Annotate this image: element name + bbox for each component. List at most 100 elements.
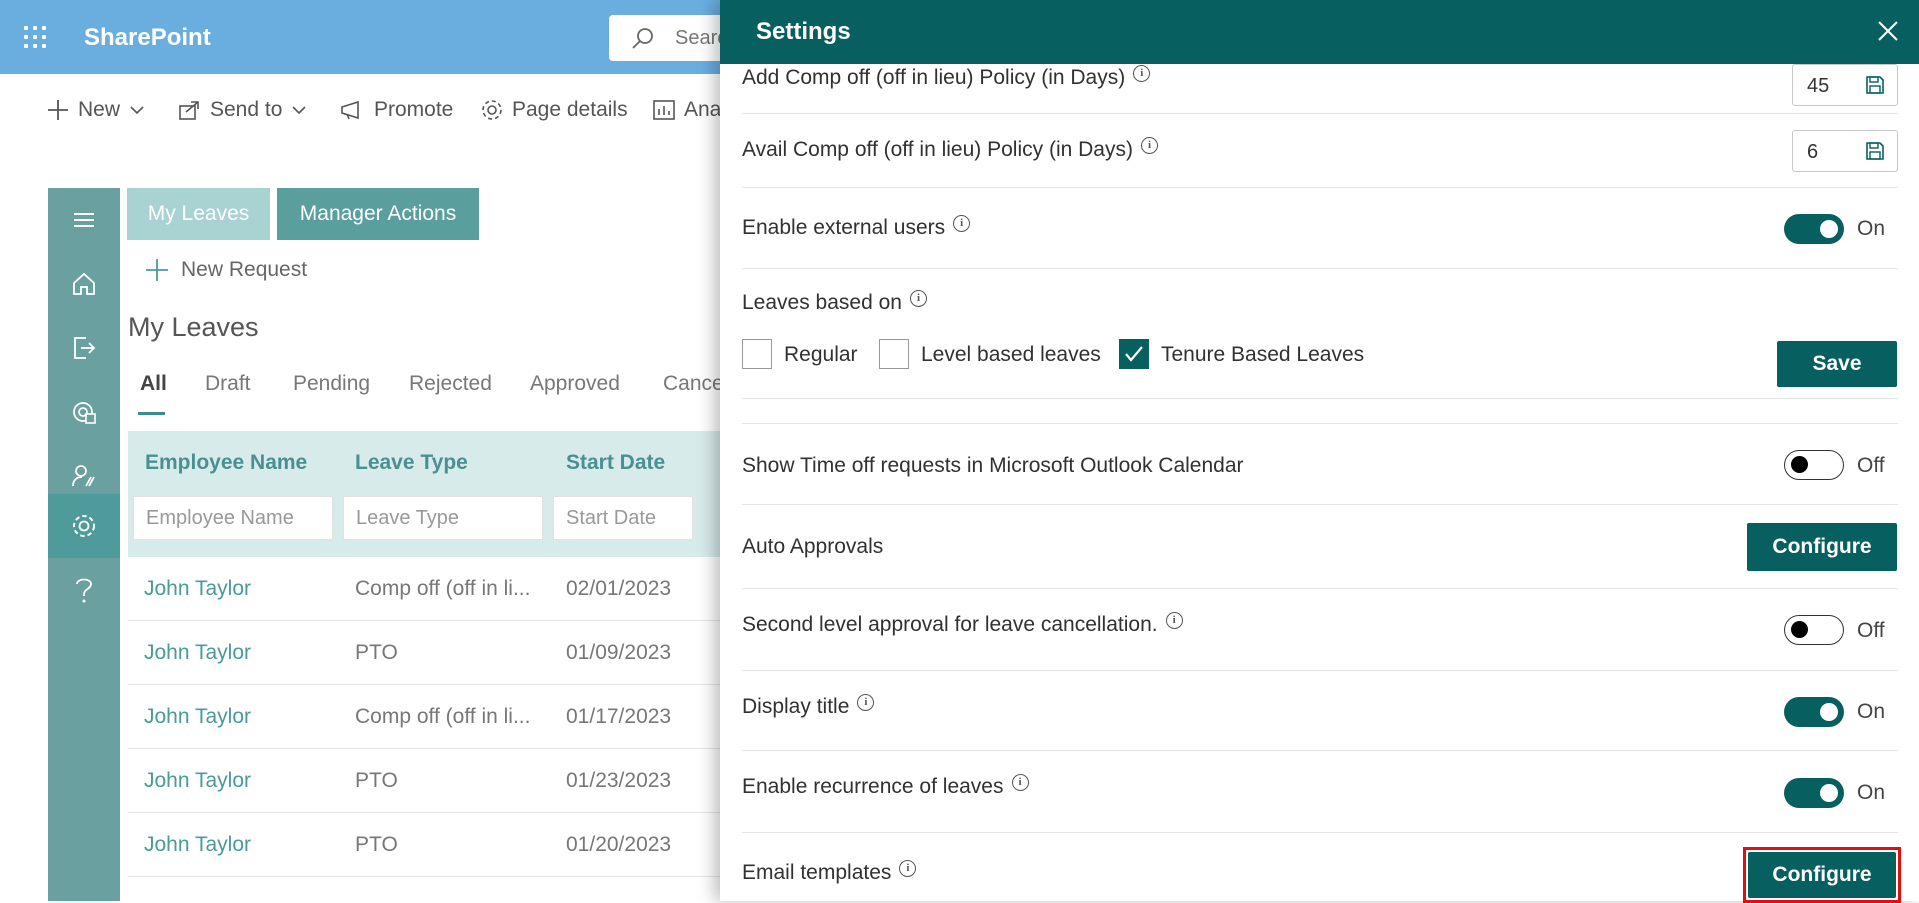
auto-approvals-row: Auto Approvals Configure (742, 505, 1898, 589)
email-templates-label: Email templates i (742, 859, 917, 885)
tab-my-leaves[interactable]: My Leaves (127, 188, 270, 240)
filter-draft[interactable]: Draft (205, 372, 251, 396)
settings-panel: Settings Add Comp off (off in lieu) Poli… (720, 0, 1919, 903)
save-icon[interactable] (1865, 141, 1885, 166)
outlook-calendar-row: Show Time off requests in Microsoft Outl… (742, 423, 1898, 505)
level-based-checkbox[interactable] (879, 339, 909, 369)
add-comp-off-label: Add Comp off (off in lieu) Policy (in Da… (742, 64, 1151, 90)
filter-cancelled[interactable]: Cancelled (663, 372, 720, 396)
external-users-row: Enable external users i On (742, 188, 1898, 269)
regular-checkbox[interactable] (742, 339, 772, 369)
leave-type-cell: PTO (355, 833, 398, 856)
gear-icon (482, 100, 502, 120)
gear-icon[interactable] (48, 494, 120, 558)
chevron-down-icon (130, 106, 144, 115)
column-employee-name[interactable]: Employee Name (145, 451, 307, 475)
table-row[interactable]: John Taylor PTO 01/20/2023 (128, 813, 728, 877)
info-icon[interactable]: i (1011, 773, 1029, 791)
promote-button[interactable]: Promote (340, 88, 453, 132)
second-level-approval-text: Second level approval for leave cancella… (742, 613, 1158, 636)
display-title-row: Display title i On (742, 671, 1898, 751)
leave-type-filter[interactable]: Leave Type (343, 496, 543, 540)
new-request-label: New Request (181, 258, 308, 281)
settings-header: Settings (720, 0, 1919, 64)
table-row[interactable]: John Taylor Comp off (off in li... 01/17… (128, 685, 728, 749)
auto-approvals-configure-button[interactable]: Configure (1747, 523, 1897, 571)
leaves-based-on-row: Leaves based on i Regular Level based le… (742, 269, 1898, 399)
home-icon[interactable] (48, 252, 120, 316)
new-request-button[interactable]: New Request (145, 258, 307, 282)
table-row[interactable]: John Taylor PTO 01/09/2023 (128, 621, 728, 685)
leave-type-cell: Comp off (off in li... (355, 577, 531, 600)
info-icon[interactable]: i (909, 289, 927, 307)
display-title-toggle[interactable] (1784, 697, 1844, 727)
external-users-label: Enable external users i (742, 214, 971, 240)
help-icon[interactable] (48, 558, 120, 622)
table-row[interactable]: John Taylor PTO 01/23/2023 (128, 749, 728, 813)
avail-comp-off-label: Avail Comp off (off in lieu) Policy (in … (742, 136, 1158, 162)
search-icon (631, 26, 655, 55)
display-title-label: Display title i (742, 693, 875, 719)
app-launcher-icon[interactable] (24, 26, 46, 48)
external-users-state: On (1857, 217, 1886, 240)
start-date-filter[interactable]: Start Date (553, 496, 693, 540)
info-icon[interactable]: i (899, 859, 917, 877)
chevron-down-icon (292, 106, 306, 115)
filter-rejected[interactable]: Rejected (409, 372, 492, 396)
start-date-cell: 01/17/2023 (566, 705, 672, 728)
save-icon[interactable] (1865, 75, 1885, 100)
leave-type-cell: PTO (355, 769, 398, 792)
add-comp-off-input[interactable]: 45 (1792, 64, 1898, 106)
outlook-calendar-toggle[interactable] (1784, 450, 1844, 480)
page-title: My Leaves (128, 312, 259, 342)
reports-icon[interactable] (48, 380, 120, 444)
add-comp-off-row: Add Comp off (off in lieu) Policy (in Da… (742, 64, 1898, 114)
recurrence-toggle[interactable] (1784, 778, 1844, 808)
plus-icon (48, 100, 68, 120)
email-templates-row: Email templates i Configure (742, 833, 1901, 903)
save-button[interactable]: Save (1777, 341, 1897, 387)
display-title-text: Display title (742, 695, 850, 718)
promote-label: Promote (374, 98, 454, 121)
new-label: New (78, 98, 121, 121)
external-users-toggle[interactable] (1784, 214, 1844, 244)
regular-label: Regular (784, 343, 858, 366)
column-leave-type[interactable]: Leave Type (355, 451, 468, 475)
employee-name-link[interactable]: John Taylor (144, 833, 251, 857)
filter-pending[interactable]: Pending (293, 372, 370, 396)
chart-icon (653, 100, 675, 120)
info-icon[interactable]: i (953, 214, 971, 232)
tenure-based-checkbox[interactable] (1119, 339, 1149, 369)
sign-out-icon[interactable] (48, 316, 120, 380)
info-icon[interactable]: i (1165, 611, 1183, 629)
second-level-approval-toggle[interactable] (1784, 615, 1844, 645)
filter-all[interactable]: All (140, 372, 167, 396)
info-icon[interactable]: i (1140, 136, 1158, 154)
settings-title: Settings (756, 18, 851, 45)
column-start-date[interactable]: Start Date (566, 451, 665, 475)
employee-name-link[interactable]: John Taylor (144, 641, 251, 665)
employee-name-link[interactable]: John Taylor (144, 705, 251, 729)
app-name[interactable]: SharePoint (84, 24, 211, 52)
close-icon[interactable] (1877, 20, 1899, 47)
info-icon[interactable]: i (1133, 64, 1151, 82)
add-comp-off-text: Add Comp off (off in lieu) Policy (in Da… (742, 66, 1126, 89)
table-header: Employee Name Leave Type Start Date Empl… (128, 431, 728, 557)
menu-icon[interactable] (48, 188, 120, 252)
info-icon[interactable]: i (857, 693, 875, 711)
analytics-button[interactable]: Analytics (652, 88, 724, 132)
send-to-button[interactable]: Send to (178, 88, 308, 132)
outlook-calendar-state: Off (1857, 454, 1885, 477)
tab-manager-actions[interactable]: Manager Actions (277, 188, 479, 240)
employee-name-link[interactable]: John Taylor (144, 577, 251, 601)
second-level-approval-state: Off (1857, 619, 1885, 642)
page-details-button[interactable]: Page details (480, 88, 628, 132)
new-button[interactable]: New (46, 88, 146, 132)
employee-name-link[interactable]: John Taylor (144, 769, 251, 793)
avail-comp-off-input[interactable]: 6 (1792, 130, 1898, 172)
table-row[interactable]: John Taylor Comp off (off in li... 02/01… (128, 557, 728, 621)
send-to-label: Send to (210, 98, 283, 121)
email-templates-configure-button[interactable]: Configure (1748, 852, 1896, 898)
filter-approved[interactable]: Approved (530, 372, 620, 396)
employee-name-filter[interactable]: Employee Name (133, 496, 333, 540)
